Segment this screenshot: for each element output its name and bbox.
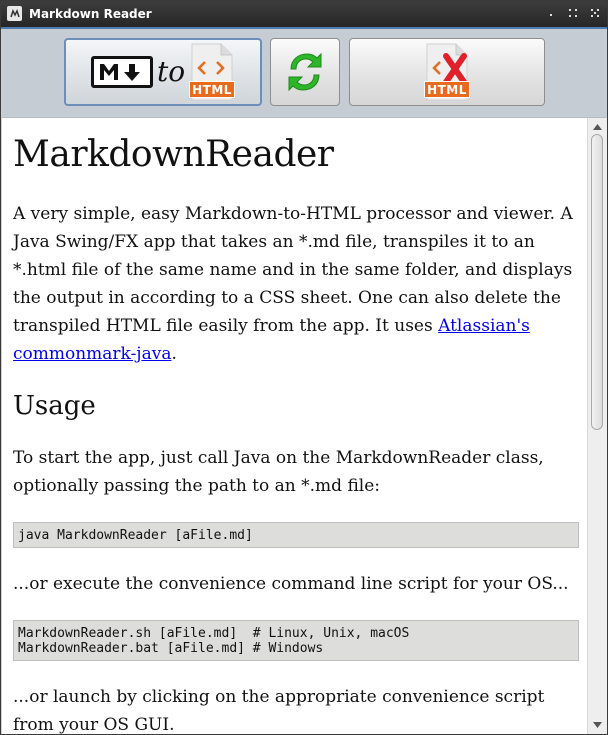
document-viewer[interactable]: MarkdownReader A very simple, easy Markd… [2,118,587,734]
minimize-icon[interactable] [545,5,557,21]
html-file-icon: HTML [189,42,236,102]
reload-icon [288,52,322,92]
reload-button[interactable] [270,38,340,106]
app-window: Markdown Reader to HTML HTML MarkdownRea… [0,0,608,735]
to-label: to [156,55,186,88]
intro-paragraph: A very simple, easy Markdown-to-HTML pro… [13,200,579,368]
intro-end: . [171,344,177,364]
close-icon[interactable] [589,5,601,21]
scrollbar-thumb[interactable] [591,134,603,430]
html-badge: HTML [189,81,236,98]
scroll-up-icon[interactable] [588,120,607,134]
html-badge: HTML [424,81,470,98]
document-title: MarkdownReader [13,134,334,175]
app-icon [7,6,22,21]
usage-heading: Usage [13,391,96,421]
gui-paragraph: ...or launch by clicking on the appropri… [13,687,545,734]
title-bar[interactable]: Markdown Reader [1,1,607,27]
toolbar: to HTML HTML [2,29,606,118]
maximize-icon[interactable] [567,5,579,21]
script-paragraph: ...or execute the convenience command li… [13,574,569,594]
usage-paragraph: To start the app, just call Java on the … [13,448,544,496]
delete-html-button[interactable]: HTML [349,38,545,106]
markdown-logo-icon [90,56,153,88]
code-block-scripts: MarkdownReader.sh [aFile.md] # Linux, Un… [13,620,579,661]
delete-html-icon: HTML [424,42,470,102]
window-title: Markdown Reader [29,7,152,21]
convert-to-html-button[interactable]: to HTML [64,38,262,106]
scroll-down-icon[interactable] [588,718,607,732]
code-block-java: java MarkdownReader [aFile.md] [13,522,579,548]
vertical-scrollbar[interactable] [587,118,607,734]
